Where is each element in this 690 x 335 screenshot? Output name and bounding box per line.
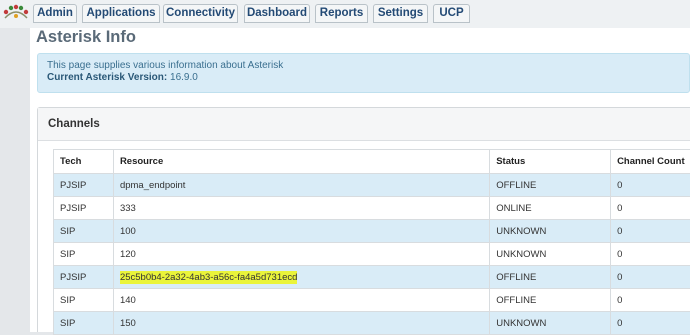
table-row: PJSIP 25c5b0b4-2a32-4ab3-a56c-fa4a5d731e… bbox=[54, 266, 690, 289]
nav-ucp[interactable]: UCP bbox=[433, 4, 470, 23]
cell-count: 0 bbox=[611, 197, 690, 220]
cell-resource: 25c5b0b4-2a32-4ab3-a56c-fa4a5d731ecd bbox=[113, 266, 489, 289]
cell-tech: SIP bbox=[54, 243, 114, 266]
cell-status: OFFLINE bbox=[490, 174, 611, 197]
cell-resource: 120 bbox=[113, 243, 489, 266]
table-row: PJSIP dpma_endpoint OFFLINE 0 bbox=[54, 174, 690, 197]
table-row: SIP 120 UNKNOWN 0 bbox=[54, 243, 690, 266]
main-content: Asterisk Info This page supplies various… bbox=[30, 28, 690, 332]
cell-count: 0 bbox=[611, 312, 690, 335]
info-text: This page supplies various information a… bbox=[47, 60, 689, 72]
nav-connectivity[interactable]: Connectivity bbox=[163, 4, 238, 23]
version-line: Current Asterisk Version: 16.9.0 bbox=[47, 72, 689, 84]
cell-count: 0 bbox=[611, 174, 690, 197]
channels-panel-title: Channels bbox=[48, 118, 100, 130]
cell-tech: PJSIP bbox=[54, 197, 114, 220]
table-row: SIP 150 UNKNOWN 0 bbox=[54, 312, 690, 335]
nav-applications[interactable]: Applications bbox=[82, 4, 160, 23]
cell-count: 0 bbox=[611, 289, 690, 312]
cell-status: OFFLINE bbox=[490, 289, 611, 312]
nav-settings[interactable]: Settings bbox=[373, 4, 428, 23]
cell-status: UNKNOWN bbox=[490, 243, 611, 266]
channels-panel-header: Channels bbox=[38, 108, 690, 141]
version-label: Current Asterisk Version: bbox=[47, 72, 167, 83]
cell-count: 0 bbox=[611, 266, 690, 289]
column-header-channel-count[interactable]: Channel Count bbox=[611, 150, 690, 174]
version-value: 16.9.0 bbox=[170, 72, 198, 83]
cell-status: UNKNOWN bbox=[490, 220, 611, 243]
column-header-status[interactable]: Status bbox=[490, 150, 611, 174]
channels-panel: Channels Tech Resource Status Channel Co… bbox=[37, 107, 690, 332]
cell-status: ONLINE bbox=[490, 197, 611, 220]
cell-resource: 150 bbox=[113, 312, 489, 335]
column-header-resource[interactable]: Resource bbox=[113, 150, 489, 174]
top-navigation-bar: Admin Applications Connectivity Dashboar… bbox=[0, 0, 690, 28]
cell-tech: SIP bbox=[54, 312, 114, 335]
cell-tech: PJSIP bbox=[54, 174, 114, 197]
cell-resource: 333 bbox=[113, 197, 489, 220]
channels-table: Tech Resource Status Channel Count PJSIP… bbox=[53, 149, 690, 335]
column-header-tech[interactable]: Tech bbox=[54, 150, 114, 174]
nav-admin[interactable]: Admin bbox=[33, 4, 77, 23]
nav-reports[interactable]: Reports bbox=[315, 4, 368, 23]
cell-count: 0 bbox=[611, 220, 690, 243]
table-header-row: Tech Resource Status Channel Count bbox=[54, 150, 690, 174]
cell-status: UNKNOWN bbox=[490, 312, 611, 335]
info-alert: This page supplies various information a… bbox=[37, 53, 690, 93]
cell-status: OFFLINE bbox=[490, 266, 611, 289]
highlighted-resource: 25c5b0b4-2a32-4ab3-a56c-fa4a5d731ecd bbox=[120, 271, 297, 284]
table-row: PJSIP 333 ONLINE 0 bbox=[54, 197, 690, 220]
cell-resource: 140 bbox=[113, 289, 489, 312]
cell-tech: PJSIP bbox=[54, 266, 114, 289]
logo-icon[interactable] bbox=[3, 4, 29, 22]
cell-count: 0 bbox=[611, 243, 690, 266]
cell-resource: 100 bbox=[113, 220, 489, 243]
table-row: SIP 140 OFFLINE 0 bbox=[54, 289, 690, 312]
table-row: SIP 100 UNKNOWN 0 bbox=[54, 220, 690, 243]
cell-tech: SIP bbox=[54, 289, 114, 312]
nav-dashboard[interactable]: Dashboard bbox=[244, 4, 310, 23]
page-title: Asterisk Info bbox=[36, 28, 136, 47]
cell-resource: dpma_endpoint bbox=[113, 174, 489, 197]
cell-tech: SIP bbox=[54, 220, 114, 243]
